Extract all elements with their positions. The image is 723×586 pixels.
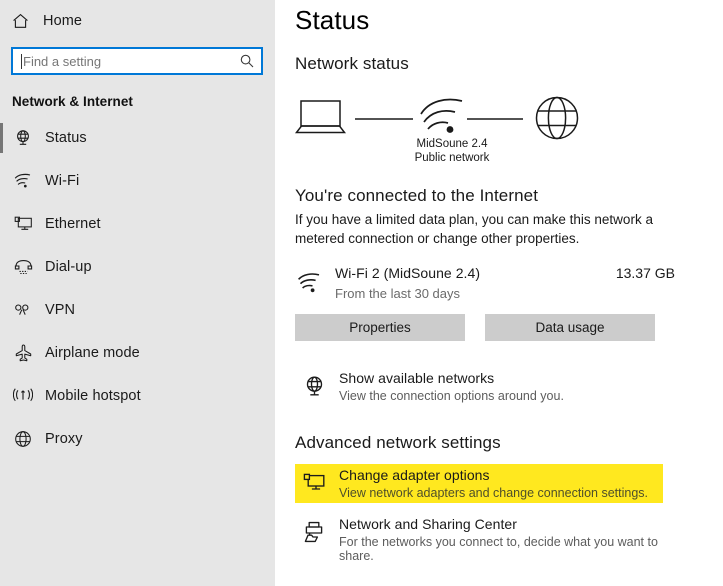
airplane-icon [12, 342, 34, 364]
advanced-network-settings-heading: Advanced network settings [295, 433, 501, 452]
search-box[interactable] [11, 47, 263, 75]
network-and-sharing-center-texts: Network and Sharing Center For the netwo… [339, 516, 663, 563]
sidebar-item-vpn-label: VPN [45, 302, 76, 318]
sidebar-item-home[interactable]: Home [0, 6, 275, 36]
network-and-sharing-center-link[interactable]: Network and Sharing Center For the netwo… [295, 513, 663, 566]
sidebar-item-dialup-label: Dial-up [45, 259, 92, 275]
globe-icon [12, 428, 34, 450]
settings-window: Home Network & Internet [0, 0, 723, 586]
monitor-icon [300, 469, 328, 497]
network-diagram-caption: MidSoune 2.4 Public network [367, 137, 537, 165]
share-icon [300, 518, 328, 546]
sidebar-item-airplane-mode[interactable]: Airplane mode [0, 336, 275, 370]
change-adapter-options-subtitle: View network adapters and change connect… [339, 486, 648, 500]
home-icon [12, 12, 32, 30]
sidebar-item-dialup[interactable]: Dial-up [0, 250, 275, 284]
network-diagram: MidSoune 2.4 Public network [294, 88, 715, 168]
main-content: Status Network status MidSoune 2.4 Publi… [275, 0, 723, 586]
vpn-key-icon [12, 299, 34, 321]
wifi-icon [12, 170, 34, 192]
network-and-sharing-center-subtitle: For the networks you connect to, decide … [339, 535, 658, 563]
adapter-subtitle: From the last 30 days [335, 286, 460, 301]
globe-stand-icon [300, 372, 328, 400]
sidebar-item-mobile-hotspot-label: Mobile hotspot [45, 388, 141, 404]
adapter-summary: Wi-Fi 2 (MidSoune 2.4) From the last 30 … [295, 264, 675, 306]
sidebar-item-mobile-hotspot[interactable]: Mobile hotspot [0, 379, 275, 413]
sidebar-item-ethernet-label: Ethernet [45, 216, 101, 232]
adapter-texts: Wi-Fi 2 (MidSoune 2.4) From the last 30 … [335, 264, 480, 301]
action-button-row: Properties Data usage [295, 314, 723, 341]
sidebar-item-wifi[interactable]: Wi-Fi [0, 164, 275, 198]
data-usage-button[interactable]: Data usage [485, 314, 655, 341]
change-adapter-options-texts: Change adapter options View network adap… [339, 467, 648, 500]
change-adapter-options-title: Change adapter options [339, 467, 490, 483]
sidebar-item-status[interactable]: Status [0, 121, 275, 155]
search-input[interactable] [13, 49, 261, 73]
connection-description: If you have a limited data plan, you can… [295, 212, 653, 246]
show-available-networks-texts: Show available networks View the connect… [339, 370, 564, 403]
show-available-networks-title: Show available networks [339, 370, 495, 386]
sidebar-item-proxy-label: Proxy [45, 431, 83, 447]
sidebar-item-status-label: Status [45, 130, 87, 146]
adapter-name: Wi-Fi 2 (MidSoune 2.4) [335, 265, 481, 281]
show-available-networks-subtitle: View the connection options around you. [339, 389, 564, 403]
sidebar-item-airplane-mode-label: Airplane mode [45, 345, 140, 361]
sidebar-item-wifi-label: Wi-Fi [45, 173, 80, 189]
change-adapter-options-link[interactable]: Change adapter options View network adap… [295, 464, 663, 503]
globe-icon [535, 96, 579, 140]
sidebar-item-proxy[interactable]: Proxy [0, 422, 275, 456]
sidebar-category-title: Network & Internet [12, 94, 133, 109]
search-icon[interactable] [240, 54, 254, 68]
sidebar-item-home-label: Home [43, 13, 83, 29]
text-caret [21, 54, 22, 69]
properties-button[interactable]: Properties [295, 314, 465, 341]
sidebar: Home Network & Internet [0, 0, 275, 586]
network-type: Public network [414, 152, 490, 164]
network-name: MidSoune 2.4 [416, 138, 488, 150]
monitor-icon [12, 213, 34, 235]
sidebar-item-vpn[interactable]: VPN [0, 293, 275, 327]
broadcast-icon [12, 385, 34, 407]
sidebar-nav-list: Status Wi-Fi Ethernet Dial-up VPN Airpla… [0, 121, 275, 456]
wifi-icon [295, 268, 325, 298]
phone-handset-icon [12, 256, 34, 278]
laptop-icon [294, 100, 347, 134]
globe-stand-icon [12, 127, 34, 149]
network-status-heading: Network status [295, 54, 409, 73]
show-available-networks-link[interactable]: Show available networks View the connect… [295, 367, 663, 406]
network-and-sharing-center-title: Network and Sharing Center [339, 516, 517, 532]
connection-heading: You're connected to the Internet [295, 186, 539, 205]
adapter-data-usage: 13.37 GB [615, 265, 675, 281]
wifi-icon [420, 98, 463, 130]
sidebar-item-ethernet[interactable]: Ethernet [0, 207, 275, 241]
page-title: Status [295, 5, 370, 35]
